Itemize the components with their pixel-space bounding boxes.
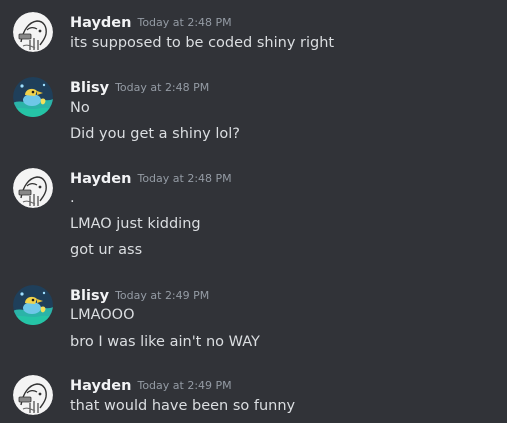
username[interactable]: Hayden: [70, 378, 131, 394]
message-text: its supposed to be coded shiny right: [70, 35, 335, 51]
sketch-avatar-icon: [13, 375, 53, 415]
message-text: .: [70, 190, 75, 206]
timestamp[interactable]: Today at 2:49 PM: [137, 379, 231, 392]
message-text: bro I was like ain't no WAY: [70, 334, 260, 350]
message-header: Hayden Today at 2:48 PM: [70, 12, 232, 32]
message-text: LMAO just kidding: [70, 216, 201, 232]
message-text: LMAOOO: [70, 307, 135, 323]
sketch-avatar-icon: [13, 12, 53, 52]
username[interactable]: Hayden: [70, 15, 131, 31]
avatar[interactable]: [13, 375, 53, 415]
timestamp[interactable]: Today at 2:49 PM: [115, 289, 209, 302]
avatar[interactable]: [13, 285, 53, 325]
sketch-avatar-icon: [13, 168, 53, 208]
timestamp[interactable]: Today at 2:48 PM: [137, 172, 231, 185]
message-text: that would have been so funny: [70, 398, 296, 414]
timestamp[interactable]: Today at 2:48 PM: [137, 16, 231, 29]
message-header: Hayden Today at 2:48 PM: [70, 168, 232, 188]
avatar[interactable]: [13, 77, 53, 117]
message-text: Did you get a shiny lol?: [70, 126, 240, 142]
message-text: No: [70, 100, 90, 116]
chat-message-list: Hayden Today at 2:48 PM its supposed to b…: [0, 0, 507, 423]
message-text: got ur ass: [70, 242, 143, 258]
username[interactable]: Blisy: [70, 288, 109, 304]
teal-bird-avatar-icon: [13, 77, 53, 117]
message-header: Blisy Today at 2:48 PM: [70, 77, 209, 97]
message-header: Blisy Today at 2:49 PM: [70, 285, 209, 305]
avatar[interactable]: [13, 168, 53, 208]
teal-bird-avatar-icon: [13, 285, 53, 325]
message-header: Hayden Today at 2:49 PM: [70, 375, 232, 395]
timestamp[interactable]: Today at 2:48 PM: [115, 81, 209, 94]
avatar[interactable]: [13, 12, 53, 52]
username[interactable]: Hayden: [70, 171, 131, 187]
username[interactable]: Blisy: [70, 80, 109, 96]
